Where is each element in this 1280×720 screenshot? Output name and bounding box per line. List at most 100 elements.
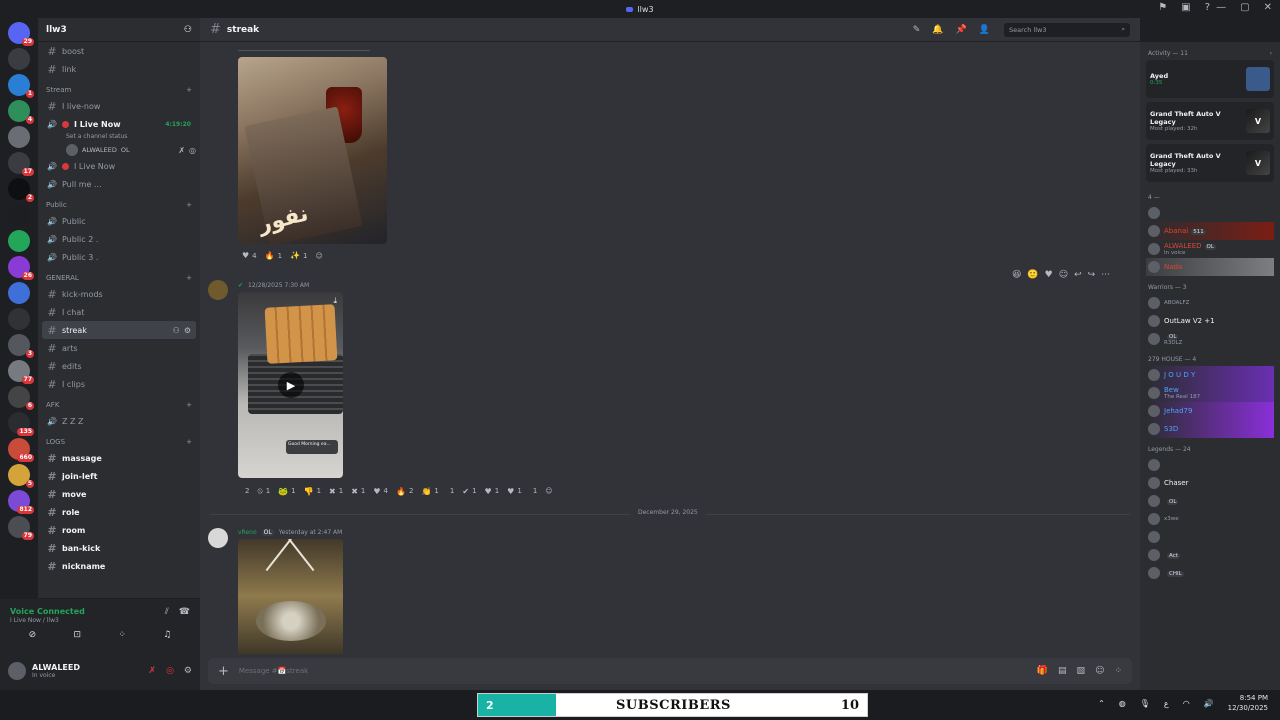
camera-off-icon[interactable]: ⊘ xyxy=(29,630,37,640)
channel-streak[interactable]: # streak ⚇ ⚙ xyxy=(42,321,196,339)
channel-link[interactable]: # link xyxy=(42,60,196,78)
server-icon[interactable] xyxy=(8,204,30,226)
search-box[interactable]: Search llw3 ⌕ xyxy=(1004,22,1130,37)
activity-card[interactable]: Grand Theft Auto V Legacy Most played: 33… xyxy=(1146,144,1274,182)
user-avatar[interactable] xyxy=(8,662,26,680)
reaction[interactable]: 1 xyxy=(530,487,537,495)
add-channel-icon[interactable]: + xyxy=(186,201,192,209)
server-icon[interactable]: 1 xyxy=(8,74,34,98)
disconnect-icon[interactable]: ☎ xyxy=(179,607,190,624)
voice-channel-public-3[interactable]: 🔊 Public 3 . xyxy=(42,248,196,266)
channel-boost[interactable]: # boost xyxy=(42,42,196,60)
channel-move[interactable]: # move xyxy=(42,485,196,503)
avatar[interactable] xyxy=(208,528,228,548)
add-reaction-icon[interactable]: ☺ xyxy=(545,487,552,495)
reaction[interactable]: ✖ 1 xyxy=(329,487,343,496)
channel-arts[interactable]: # arts xyxy=(42,339,196,357)
activity-card[interactable]: Grand Theft Auto V Legacy Most played: 32… xyxy=(1146,102,1274,140)
voice-channel-live-now[interactable]: 🔊 I Live Now 4:19:20 xyxy=(42,115,196,133)
reaction[interactable]: 👏 1 xyxy=(421,487,438,496)
clock[interactable]: 8:54 PM 12/30/2025 xyxy=(1228,693,1268,713)
pin-icon[interactable]: 📌 xyxy=(956,25,967,35)
reaction[interactable]: ⦸ 1 xyxy=(257,486,270,496)
server-icon[interactable]: 812 xyxy=(8,490,34,514)
reaction[interactable]: ♥ 1 xyxy=(507,487,522,496)
voice-channel-afk[interactable]: 🔊 Z Z Z xyxy=(42,412,196,430)
react-emoji-2[interactable]: 🙂 xyxy=(1027,270,1038,280)
message-image-book-tea[interactable]: نفور xyxy=(238,57,387,244)
emoji-icon[interactable]: ☺ xyxy=(1095,666,1104,676)
member-row[interactable]: x3we xyxy=(1146,510,1274,528)
react-emoji-1[interactable]: 😆 xyxy=(1012,270,1021,280)
channel-kick-mods[interactable]: # kick-mods xyxy=(42,285,196,303)
member-list-icon[interactable]: 👤 xyxy=(979,25,990,35)
add-reaction-icon[interactable]: ☺ xyxy=(1059,270,1068,280)
threads-icon[interactable]: ✎ xyxy=(913,25,921,35)
member-row[interactable]: Jehad79 xyxy=(1146,402,1274,420)
server-icon[interactable]: 3 xyxy=(8,334,34,358)
member-row[interactable]: Act xyxy=(1146,546,1274,564)
noise-suppression-icon[interactable]: ⫽ xyxy=(165,607,169,624)
channel-chat[interactable]: # I chat xyxy=(42,303,196,321)
channel-status-hint[interactable]: Set a channel status xyxy=(42,133,196,143)
member-row[interactable]: OL xyxy=(1146,492,1274,510)
member-row[interactable]: Abanai 511 xyxy=(1146,222,1274,240)
channel-nickname[interactable]: # nickname xyxy=(42,557,196,575)
more-options-icon[interactable]: ⋯ xyxy=(1101,270,1110,280)
chevron-up-icon[interactable]: ⌃ xyxy=(1098,699,1105,708)
reaction[interactable]: ♥ 4 xyxy=(373,487,388,496)
activities-icon[interactable]: ⁘ xyxy=(118,630,126,640)
voice-user[interactable]: ALWALEED OL ✗ ◎ xyxy=(42,143,196,157)
server-icon[interactable] xyxy=(8,308,30,330)
server-icon[interactable]: 77 xyxy=(8,360,34,384)
add-channel-icon[interactable]: + xyxy=(186,438,192,446)
screen-icon[interactable]: ▣ xyxy=(1181,2,1190,13)
invite-icon[interactable]: ⚇ xyxy=(173,326,180,335)
avatar[interactable] xyxy=(208,280,228,300)
add-channel-icon[interactable]: + xyxy=(186,274,192,282)
mic-icon[interactable]: 🎙 xyxy=(1140,699,1150,708)
category-general[interactable]: GENERAL + xyxy=(42,266,196,285)
settings-gear-icon[interactable]: ⚙ xyxy=(184,326,191,335)
forward-icon[interactable]: ↪ xyxy=(1088,270,1096,280)
help-icon[interactable]: ? xyxy=(1205,2,1210,13)
mic-muted-icon[interactable]: ✗ xyxy=(149,666,157,676)
member-row[interactable] xyxy=(1146,204,1274,222)
channel-room[interactable]: # room xyxy=(42,521,196,539)
react-heart-icon[interactable]: ♥ xyxy=(1045,270,1053,280)
maximize-icon[interactable]: ▢ xyxy=(1240,2,1249,13)
network-icon[interactable]: ◍ xyxy=(1119,699,1126,708)
server-icon[interactable]: 4 xyxy=(8,100,34,124)
server-icon[interactable]: 135 xyxy=(8,412,34,436)
download-icon[interactable]: ⤓ xyxy=(333,296,337,306)
member-row[interactable]: Bew The Real 187 xyxy=(1146,384,1274,402)
server-icon[interactable]: 17 xyxy=(8,152,34,176)
volume-icon[interactable]: 🔊 xyxy=(1204,699,1214,708)
reaction[interactable]: 1 xyxy=(447,487,454,495)
reply-icon[interactable]: ↩ xyxy=(1074,270,1082,280)
user-name[interactable]: ALWALEED xyxy=(32,663,80,672)
channel-ban-kick[interactable]: # ban-kick xyxy=(42,539,196,557)
voice-channel-public[interactable]: 🔊 Public xyxy=(42,212,196,230)
apps-icon[interactable]: ⁘ xyxy=(1114,666,1122,676)
reaction[interactable]: 👎 1 xyxy=(304,487,321,496)
category-logs[interactable]: LOGS + xyxy=(42,430,196,449)
server-icon[interactable] xyxy=(8,126,30,148)
user-settings-icon[interactable]: ⚙ xyxy=(184,666,192,676)
channel-massage[interactable]: # massage xyxy=(42,449,196,467)
channel-join-left[interactable]: # join-left xyxy=(42,467,196,485)
member-row[interactable] xyxy=(1146,528,1274,546)
server-icon[interactable]: 2 xyxy=(8,178,34,202)
reaction[interactable]: 🐸 1 xyxy=(278,487,295,496)
reaction[interactable]: ✨ 1 xyxy=(290,251,307,260)
channel-edits[interactable]: # edits xyxy=(42,357,196,375)
reaction[interactable]: 🔥 2 xyxy=(396,487,413,496)
server-header[interactable]: llw3 ⚇ xyxy=(38,18,200,42)
server-icon[interactable] xyxy=(8,48,30,70)
server-icon[interactable]: 79 xyxy=(8,516,34,540)
voice-channel-pull-me[interactable]: 🔊 Pull me ... xyxy=(42,175,196,193)
member-row[interactable]: Nada xyxy=(1146,258,1274,276)
channel-role[interactable]: # role xyxy=(42,503,196,521)
minimize-icon[interactable]: — xyxy=(1216,2,1226,13)
reaction[interactable]: 2 xyxy=(242,487,249,495)
